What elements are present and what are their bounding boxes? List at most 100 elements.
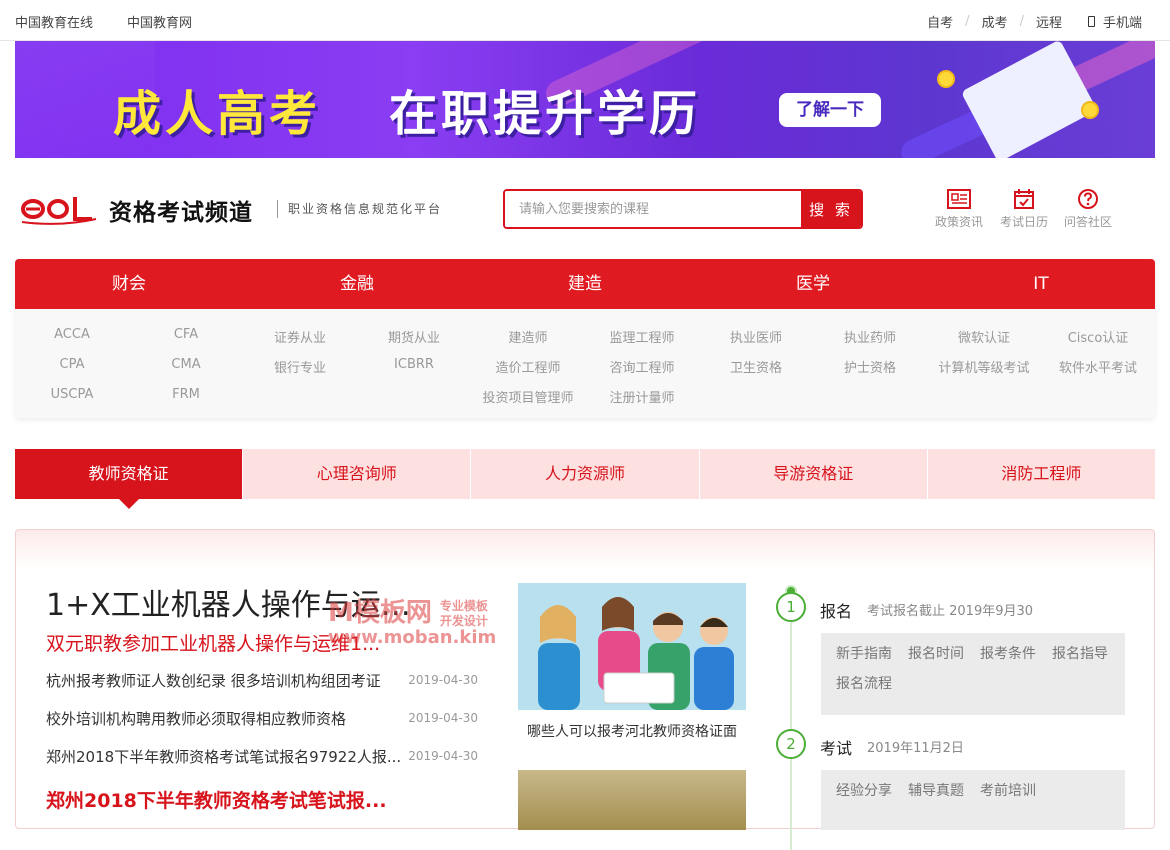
quick-link-policy[interactable]: 政策资讯 [935, 188, 983, 230]
news-title: 杭州报考教师证人数创纪录 很多培训机构组团考证 [46, 672, 381, 690]
diploma-paper-icon [960, 41, 1098, 158]
nav-link[interactable]: USCPA [15, 387, 129, 402]
nav-link[interactable]: 证券从业 [243, 327, 357, 346]
quick-link-label: 问答社区 [1064, 215, 1113, 229]
nav-link[interactable]: 执业医师 [699, 327, 813, 346]
news-date: 2019-04-30 [408, 711, 478, 725]
category-bar: 财会 金融 建造 医学 IT [15, 259, 1155, 309]
step-link[interactable]: 报考条件 [980, 643, 1036, 663]
tab-fire-engineer[interactable]: 消防工程师 [927, 449, 1156, 499]
mobile-link[interactable]: 手机端 [1087, 12, 1142, 31]
photo-caption[interactable]: 哪些人可以报考河北教师资格证面 [518, 721, 746, 741]
news-item[interactable]: 郑州2018下半年教师资格考试笔试报名97922人报... 2019-04-30 [46, 746, 478, 767]
step-link[interactable]: 报名时间 [908, 643, 964, 663]
quick-link-label: 考试日历 [1000, 215, 1049, 229]
top-bar: 中国教育在线 中国教育网 自考 / 成考 / 远程 手机端 [0, 0, 1170, 41]
coin-icon [1081, 101, 1099, 119]
step-links-box: 新手指南 报名时间 报考条件 报名指导报名流程 [821, 633, 1125, 715]
exam-tabs: 教师资格证 心理咨询师 人力资源师 导游资格证 消防工程师 [15, 449, 1156, 509]
question-icon [1078, 189, 1098, 209]
newspaper-icon [947, 189, 971, 209]
nav-link[interactable]: FRM [129, 387, 243, 402]
category-yixue[interactable]: 医学 [699, 259, 927, 309]
nav-link[interactable]: 计算机等级考试 [927, 357, 1041, 376]
nav-link[interactable]: 监理工程师 [585, 327, 699, 346]
tab-teacher-cert[interactable]: 教师资格证 [15, 449, 243, 509]
nav-link[interactable]: ACCA [15, 327, 129, 342]
nav-link[interactable]: CFA [129, 327, 243, 342]
promo-banner[interactable]: 成人高考 在职提升学历 了解一下 [15, 41, 1155, 158]
link-yuancheng[interactable]: 远程 [1036, 12, 1062, 31]
category-links: ACCA CFA CPA CMA USCPA FRM 证券从业 期货从业 银行专… [15, 309, 1155, 418]
nav-link[interactable]: 软件水平考试 [1041, 357, 1155, 376]
nav-link[interactable]: 期货从业 [357, 327, 471, 346]
nav-link[interactable]: 建造师 [471, 327, 585, 346]
channel-subtitle: 职业资格信息规范化平台 [277, 200, 442, 218]
nav-link[interactable]: 护士资格 [813, 357, 927, 376]
news-item[interactable]: 校外培训机构聘用教师必须取得相应教师资格 2019-04-30 [46, 708, 478, 729]
nav-link[interactable]: 执业药师 [813, 327, 927, 346]
news-date: 2019-04-30 [408, 749, 478, 763]
eol-logo[interactable] [20, 191, 98, 227]
link-chengkao[interactable]: 成考 [982, 12, 1008, 31]
link-china-education-net[interactable]: 中国教育网 [127, 12, 192, 31]
nav-link[interactable]: 注册计量师 [585, 387, 699, 406]
tab-hr[interactable]: 人力资源师 [471, 449, 699, 499]
nav-link[interactable]: 咨询工程师 [585, 357, 699, 376]
nav-link[interactable]: 微软认证 [927, 327, 1041, 346]
nav-link[interactable]: 投资项目管理师 [471, 387, 585, 406]
separator: / [1019, 14, 1024, 29]
banner-learn-more-button[interactable]: 了解一下 [779, 93, 881, 127]
news-title: 郑州2018下半年教师资格考试笔试报名97922人报... [46, 748, 402, 766]
step-number: 1 [776, 592, 806, 622]
step-desc: 考试报名截止 2019年9月30 [867, 604, 1034, 619]
content-panel: 1+X工业机器人操作与运维... 双元职教参加工业机器人操作与运维1... 杭州… [15, 529, 1155, 850]
category-jianzao[interactable]: 建造 [471, 259, 699, 309]
search-button[interactable]: 搜 索 [801, 191, 861, 227]
watermark-url: www.moban.kim [328, 627, 497, 648]
tab-tour-guide[interactable]: 导游资格证 [699, 449, 927, 499]
tab-psych-counselor[interactable]: 心理咨询师 [243, 449, 471, 499]
step-link[interactable]: 新手指南 [836, 643, 892, 663]
nav-link[interactable]: 卫生资格 [699, 357, 813, 376]
children-photo-image [518, 583, 746, 710]
link-zikao[interactable]: 自考 [927, 12, 953, 31]
nav-link[interactable]: CMA [129, 357, 243, 372]
step-links-box: 经验分享 辅导真题 考前培训 [821, 770, 1125, 830]
nav-link[interactable]: Cisco认证 [1041, 327, 1155, 346]
step-link[interactable]: 报名指导 [1052, 643, 1108, 663]
step-link[interactable]: 报名流程 [836, 673, 892, 693]
category-it[interactable]: IT [927, 259, 1155, 309]
link-china-education-online[interactable]: 中国教育在线 [15, 12, 93, 31]
category-jinrong[interactable]: 金融 [243, 259, 471, 309]
search-input[interactable] [505, 191, 801, 227]
nav-link[interactable]: 造价工程师 [471, 357, 585, 376]
separator: / [965, 14, 970, 29]
mobile-phone-icon [1087, 16, 1095, 27]
step-desc: 2019年11月2日 [867, 741, 964, 756]
banner-headline-1: 成人高考 [113, 86, 322, 142]
channel-title: 资格考试频道 [109, 200, 253, 226]
category-nav: 财会 金融 建造 医学 IT ACCA CFA CPA CMA USCPA FR… [15, 259, 1155, 418]
step-link[interactable]: 考前培训 [980, 780, 1036, 800]
search-box: 搜 索 [503, 189, 863, 229]
top-right-links: 自考 / 成考 / 远程 手机端 [927, 12, 1142, 31]
category-caikuai[interactable]: 财会 [15, 259, 243, 309]
news-title: 校外培训机构聘用教师必须取得相应教师资格 [46, 710, 347, 728]
calendar-check-icon [1014, 189, 1034, 209]
nav-link[interactable]: CPA [15, 357, 129, 372]
timeline-line [790, 590, 792, 850]
quick-link-qa[interactable]: 问答社区 [1064, 188, 1112, 230]
quick-link-calendar[interactable]: 考试日历 [1000, 188, 1048, 230]
step-link[interactable]: 经验分享 [836, 780, 892, 800]
news-photo[interactable] [518, 583, 746, 710]
mobile-label: 手机端 [1102, 16, 1142, 31]
step-number: 2 [776, 729, 806, 759]
site-header: 资格考试频道 职业资格信息规范化平台 搜 索 政策资讯 考试日历 问答社区 [15, 158, 1155, 259]
nav-link[interactable]: ICBRR [357, 357, 471, 372]
news-item[interactable]: 杭州报考教师证人数创纪录 很多培训机构组团考证 2019-04-30 [46, 670, 478, 691]
step-link[interactable]: 辅导真题 [908, 780, 964, 800]
quick-link-label: 政策资讯 [935, 215, 984, 229]
nav-link[interactable]: 银行专业 [243, 357, 357, 376]
news-photo-2[interactable] [518, 770, 746, 830]
